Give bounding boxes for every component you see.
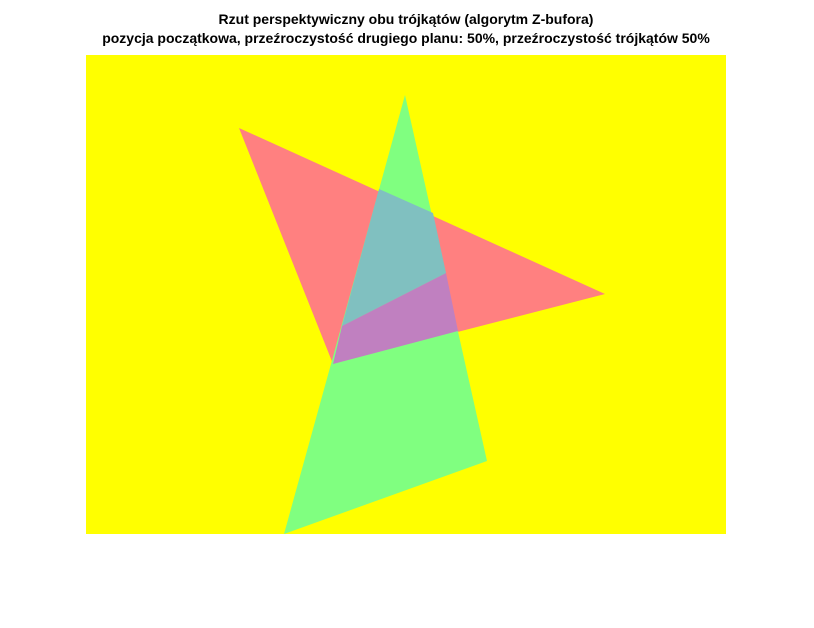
projection-canvas bbox=[86, 55, 726, 534]
